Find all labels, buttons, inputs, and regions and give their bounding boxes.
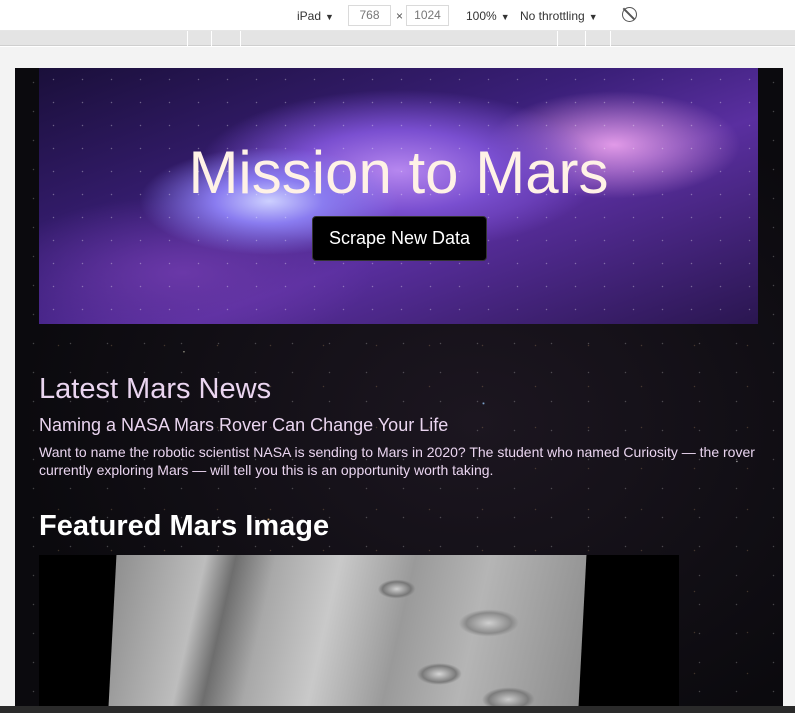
zoom-select[interactable]: 100% ▼ <box>466 8 510 24</box>
devtools-toolbar: iPad ▼ 768 × 1024 100% ▼ No throttling ▼ <box>0 0 795 31</box>
times-label: × <box>396 9 404 23</box>
rotate-disabled-icon[interactable] <box>622 7 637 22</box>
throttling-select[interactable]: No throttling ▼ <box>520 8 598 24</box>
chevron-down-icon: ▼ <box>325 12 334 22</box>
page-title: Mission to Mars <box>188 139 609 206</box>
news-heading: Latest Mars News <box>39 373 272 405</box>
news-paragraph: Want to name the robotic scientist NASA … <box>39 444 755 478</box>
chevron-down-icon: ▼ <box>588 12 598 22</box>
device-stage: Mission to Mars Scrape New Data Latest M… <box>0 47 795 713</box>
device-select[interactable]: iPad ▼ <box>297 8 334 24</box>
featured-heading: Featured Mars Image <box>39 510 330 542</box>
scrape-button[interactable]: Scrape New Data <box>312 216 487 261</box>
viewport-width-input[interactable]: 768 <box>348 5 391 26</box>
device-label: iPad <box>297 9 322 23</box>
featured-mars-image <box>39 555 679 713</box>
media-query-bar[interactable] <box>0 31 795 46</box>
page-viewport: Mission to Mars Scrape New Data Latest M… <box>15 68 783 713</box>
jumbotron: Mission to Mars Scrape New Data <box>39 68 758 324</box>
chevron-down-icon: ▼ <box>500 12 510 22</box>
window-bottom-edge <box>0 706 795 713</box>
zoom-label: 100% <box>466 9 497 23</box>
mars-surface-image <box>107 555 587 713</box>
viewport-height-input[interactable]: 1024 <box>406 5 449 26</box>
throttling-label: No throttling <box>520 9 585 23</box>
news-title: Naming a NASA Mars Rover Can Change Your… <box>39 415 449 435</box>
